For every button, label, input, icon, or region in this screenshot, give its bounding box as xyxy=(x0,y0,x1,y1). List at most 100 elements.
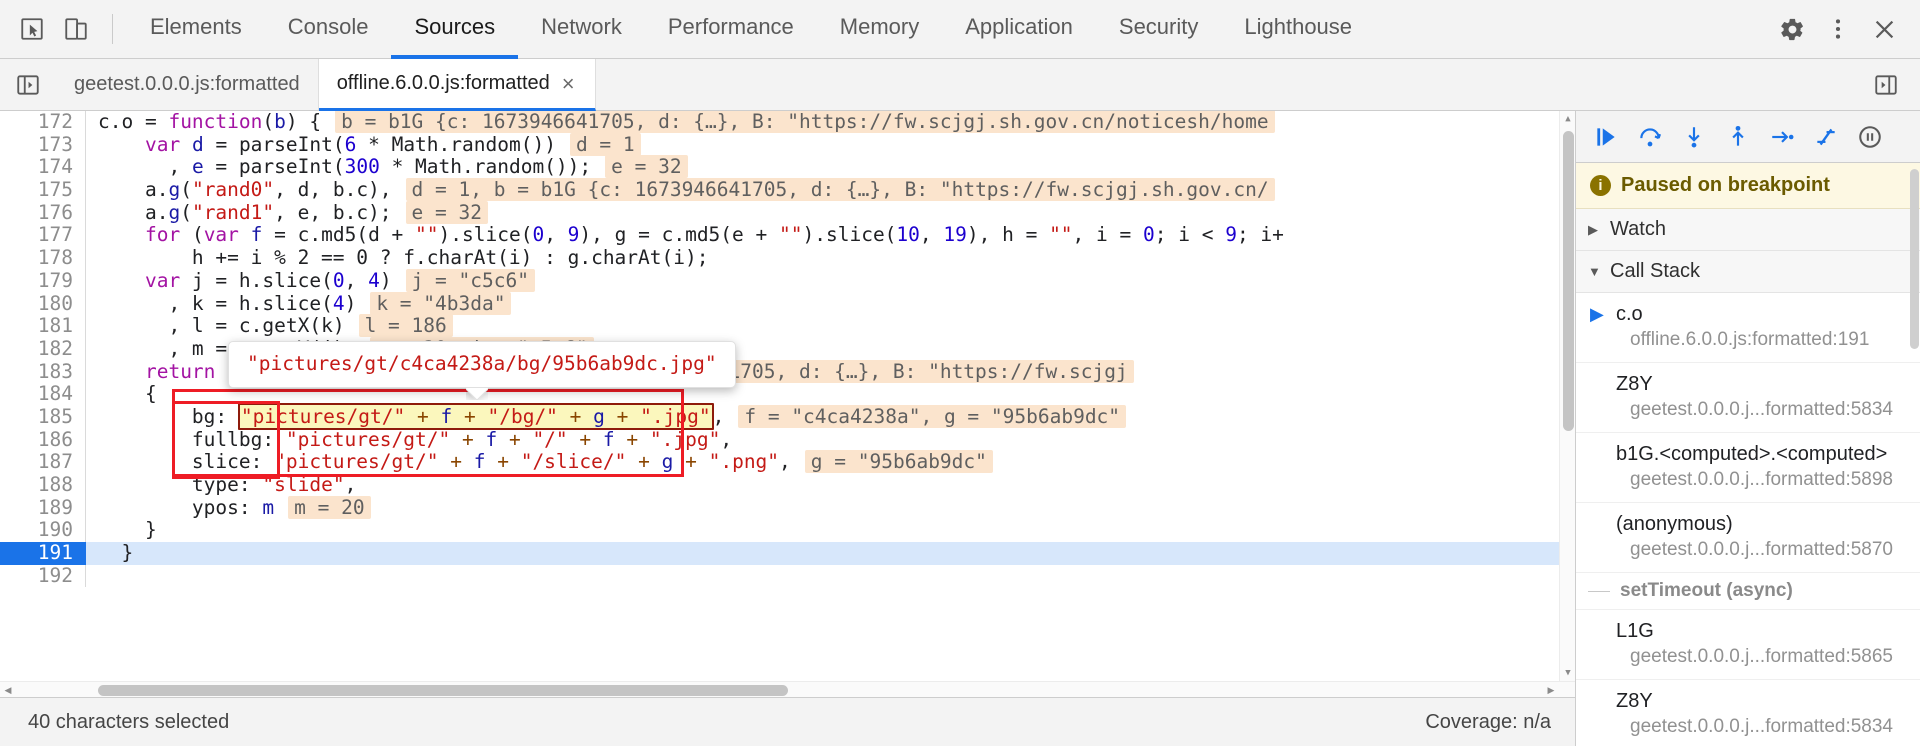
code-line-current-execution[interactable]: 191 } xyxy=(0,541,1575,565)
code-line[interactable]: 181 , l = c.getX(k) l = 186 xyxy=(0,314,1575,338)
code-line[interactable]: 178 h += i % 2 == 0 ? f.charAt(i) : g.ch… xyxy=(0,246,1575,270)
inline-value-hint: b = b1G {c: 1673946641705, d: {…}, B: "h… xyxy=(335,111,1275,133)
scroll-down-icon[interactable]: ▼ xyxy=(1560,665,1575,681)
tab-label: Console xyxy=(287,14,369,39)
code-line[interactable]: 179 var j = h.slice(0, 4) j = "c5c6" xyxy=(0,268,1575,293)
tab-security[interactable]: Security xyxy=(1096,0,1221,59)
resume-icon[interactable] xyxy=(1586,117,1626,157)
code-line[interactable]: 175 a.g("rand0", d, b.c), d = 1, b = b1G … xyxy=(0,178,1575,202)
line-content: a.g("rand1", e, b.c); e = 32 xyxy=(86,200,1575,225)
object-key: fullbg: xyxy=(191,427,286,451)
code-token: ).slice( xyxy=(438,223,533,247)
code-token: , xyxy=(720,427,733,451)
tab-elements[interactable]: Elements xyxy=(127,0,265,59)
frame-function-name: b1G.<computed>.<computed> xyxy=(1616,443,1888,465)
tab-label: Application xyxy=(965,14,1073,39)
coverage-status: Coverage: n/a xyxy=(1425,710,1551,733)
inspect-element-icon[interactable] xyxy=(10,7,54,51)
code-line[interactable]: 189 ypos: m m = 20 xyxy=(0,495,1575,520)
code-line[interactable]: 188 type: "slide", xyxy=(0,473,1575,497)
call-stack-frame[interactable]: ▶ c.o offline.6.0.0.js:formatted:191 xyxy=(1576,293,1920,363)
code-area[interactable]: 172 c.o = function(b) {b = b1G {c: 16739… xyxy=(0,111,1575,681)
more-vertical-icon[interactable] xyxy=(1816,7,1860,51)
scroll-right-icon[interactable]: ▶ xyxy=(1543,682,1559,698)
code-token: g xyxy=(168,178,181,202)
code-line[interactable]: 190 } xyxy=(0,519,1575,543)
tab-performance[interactable]: Performance xyxy=(645,0,817,59)
tab-sources[interactable]: Sources xyxy=(391,0,519,59)
code-token: e xyxy=(191,155,204,179)
code-token: parseInt( xyxy=(238,132,345,156)
frame-function-name: Z8Y xyxy=(1616,373,1653,395)
close-icon[interactable] xyxy=(1862,7,1906,51)
frame-location: geetest.0.0.0.j...formatted:5870 xyxy=(1630,539,1894,560)
device-toolbar-icon[interactable] xyxy=(54,7,98,51)
show-navigator-icon[interactable] xyxy=(0,59,56,110)
frame-function-name: Z8Y xyxy=(1616,690,1653,712)
tab-memory[interactable]: Memory xyxy=(817,0,942,59)
call-stack-frame[interactable]: (anonymous) geetest.0.0.0.j...formatted:… xyxy=(1576,503,1920,573)
scroll-up-icon[interactable]: ▲ xyxy=(1560,111,1575,127)
inline-value-hint: d = 1, b = b1G {c: 1673946641705, d: {…}… xyxy=(405,178,1275,202)
file-tab-label: offline.6.0.0.js:formatted xyxy=(336,72,550,94)
close-icon[interactable]: × xyxy=(560,72,577,95)
code-token: "slide" xyxy=(262,473,345,496)
code-token: f xyxy=(602,427,615,451)
line-number: 184 xyxy=(0,383,86,406)
code-line[interactable]: 186 fullbg: "pictures/gt/" + f + "/" + f… xyxy=(0,427,1575,452)
call-stack-frame[interactable]: b1G.<computed>.<computed> geetest.0.0.0.… xyxy=(1576,433,1920,503)
call-stack-frame[interactable]: Z8Y geetest.0.0.0.j...formatted:5834 xyxy=(1576,363,1920,433)
call-stack-frame[interactable]: Z8Y geetest.0.0.0.j...formatted:5834 xyxy=(1576,680,1920,746)
step-into-icon[interactable] xyxy=(1674,117,1714,157)
section-call-stack[interactable]: ▼ Call Stack xyxy=(1576,251,1920,293)
step-icon[interactable] xyxy=(1762,117,1802,157)
code-line[interactable]: 180 , k = h.slice(4) k = "4b3da" xyxy=(0,291,1575,316)
code-line[interactable]: 185 bg: "pictures/gt/" + f + "/bg/" + g … xyxy=(0,402,1575,430)
editor-horizontal-scrollbar[interactable]: ◀ ▶ xyxy=(0,681,1575,697)
section-watch[interactable]: ▶ Watch xyxy=(1576,209,1920,251)
code-token: "rand1" xyxy=(191,200,275,224)
code-line[interactable]: 187 slice: "pictures/gt/" + f + "/slice/… xyxy=(0,450,1575,475)
code-token: , xyxy=(544,223,568,247)
scroll-left-icon[interactable]: ◀ xyxy=(0,682,16,698)
line-content: slice: "pictures/gt/" + f + "/slice/" + … xyxy=(86,450,1575,474)
code-token: 300 xyxy=(344,155,380,179)
sidebar-vertical-scrollbar[interactable] xyxy=(1908,163,1920,746)
step-out-icon[interactable] xyxy=(1718,117,1758,157)
tab-network[interactable]: Network xyxy=(518,0,645,59)
main-toolbar: Elements Console Sources Network Perform… xyxy=(0,0,1920,59)
tab-lighthouse[interactable]: Lighthouse xyxy=(1221,0,1375,59)
line-number: 173 xyxy=(0,133,86,157)
pause-icon[interactable] xyxy=(1850,117,1890,157)
code-line[interactable]: 177 for (var f = c.md5(d + "").slice(0, … xyxy=(0,223,1575,248)
file-tab-geetest[interactable]: geetest.0.0.0.js:formatted xyxy=(56,59,319,110)
code-line[interactable]: 172 c.o = function(b) {b = b1G {c: 16739… xyxy=(0,111,1575,134)
file-tab-offline[interactable]: offline.6.0.0.js:formatted × xyxy=(318,59,596,111)
step-over-icon[interactable] xyxy=(1630,117,1670,157)
deactivate-breakpoints-icon[interactable] xyxy=(1806,117,1846,157)
selected-expression[interactable]: "pictures/gt/" + f + "/bg/" + g + ".jpg" xyxy=(237,402,714,430)
inline-value-hint: f = "c4ca4238a", g = "95b6ab9dc" xyxy=(738,404,1127,428)
editor-vertical-scrollbar[interactable]: ▲ ▼ xyxy=(1559,111,1575,681)
frame-location: geetest.0.0.0.j...formatted:5834 xyxy=(1630,399,1894,420)
code-token: "/slice/" xyxy=(520,450,627,474)
show-more-tabs-icon[interactable] xyxy=(1858,72,1914,98)
line-content: var j = h.slice(0, 4) j = "c5c6" xyxy=(86,268,1575,293)
call-stack-frame[interactable]: L1G geetest.0.0.0.j...formatted:5865 xyxy=(1576,610,1920,680)
code-line[interactable]: 176 a.g("rand1", e, b.c); e = 32 xyxy=(0,200,1575,225)
code-token: + xyxy=(450,427,486,451)
code-token: g xyxy=(593,404,605,428)
tab-console[interactable]: Console xyxy=(265,0,392,59)
section-label: Watch xyxy=(1610,218,1666,240)
code-token: for xyxy=(144,223,181,247)
scrollbar-thumb[interactable] xyxy=(1910,169,1919,349)
code-line[interactable]: 173 var d = parseInt(6 * Math.random()) d… xyxy=(0,132,1575,157)
code-line[interactable]: 192 xyxy=(0,564,1575,588)
gear-icon[interactable] xyxy=(1770,7,1814,51)
code-token: function xyxy=(168,111,263,133)
scrollbar-thumb[interactable] xyxy=(98,685,788,696)
code-token: 0 xyxy=(1143,223,1155,247)
code-line[interactable]: 174 , e = parseInt(300 * Math.random());… xyxy=(0,155,1575,180)
tab-application[interactable]: Application xyxy=(942,0,1096,59)
scrollbar-thumb[interactable] xyxy=(1563,131,1574,431)
